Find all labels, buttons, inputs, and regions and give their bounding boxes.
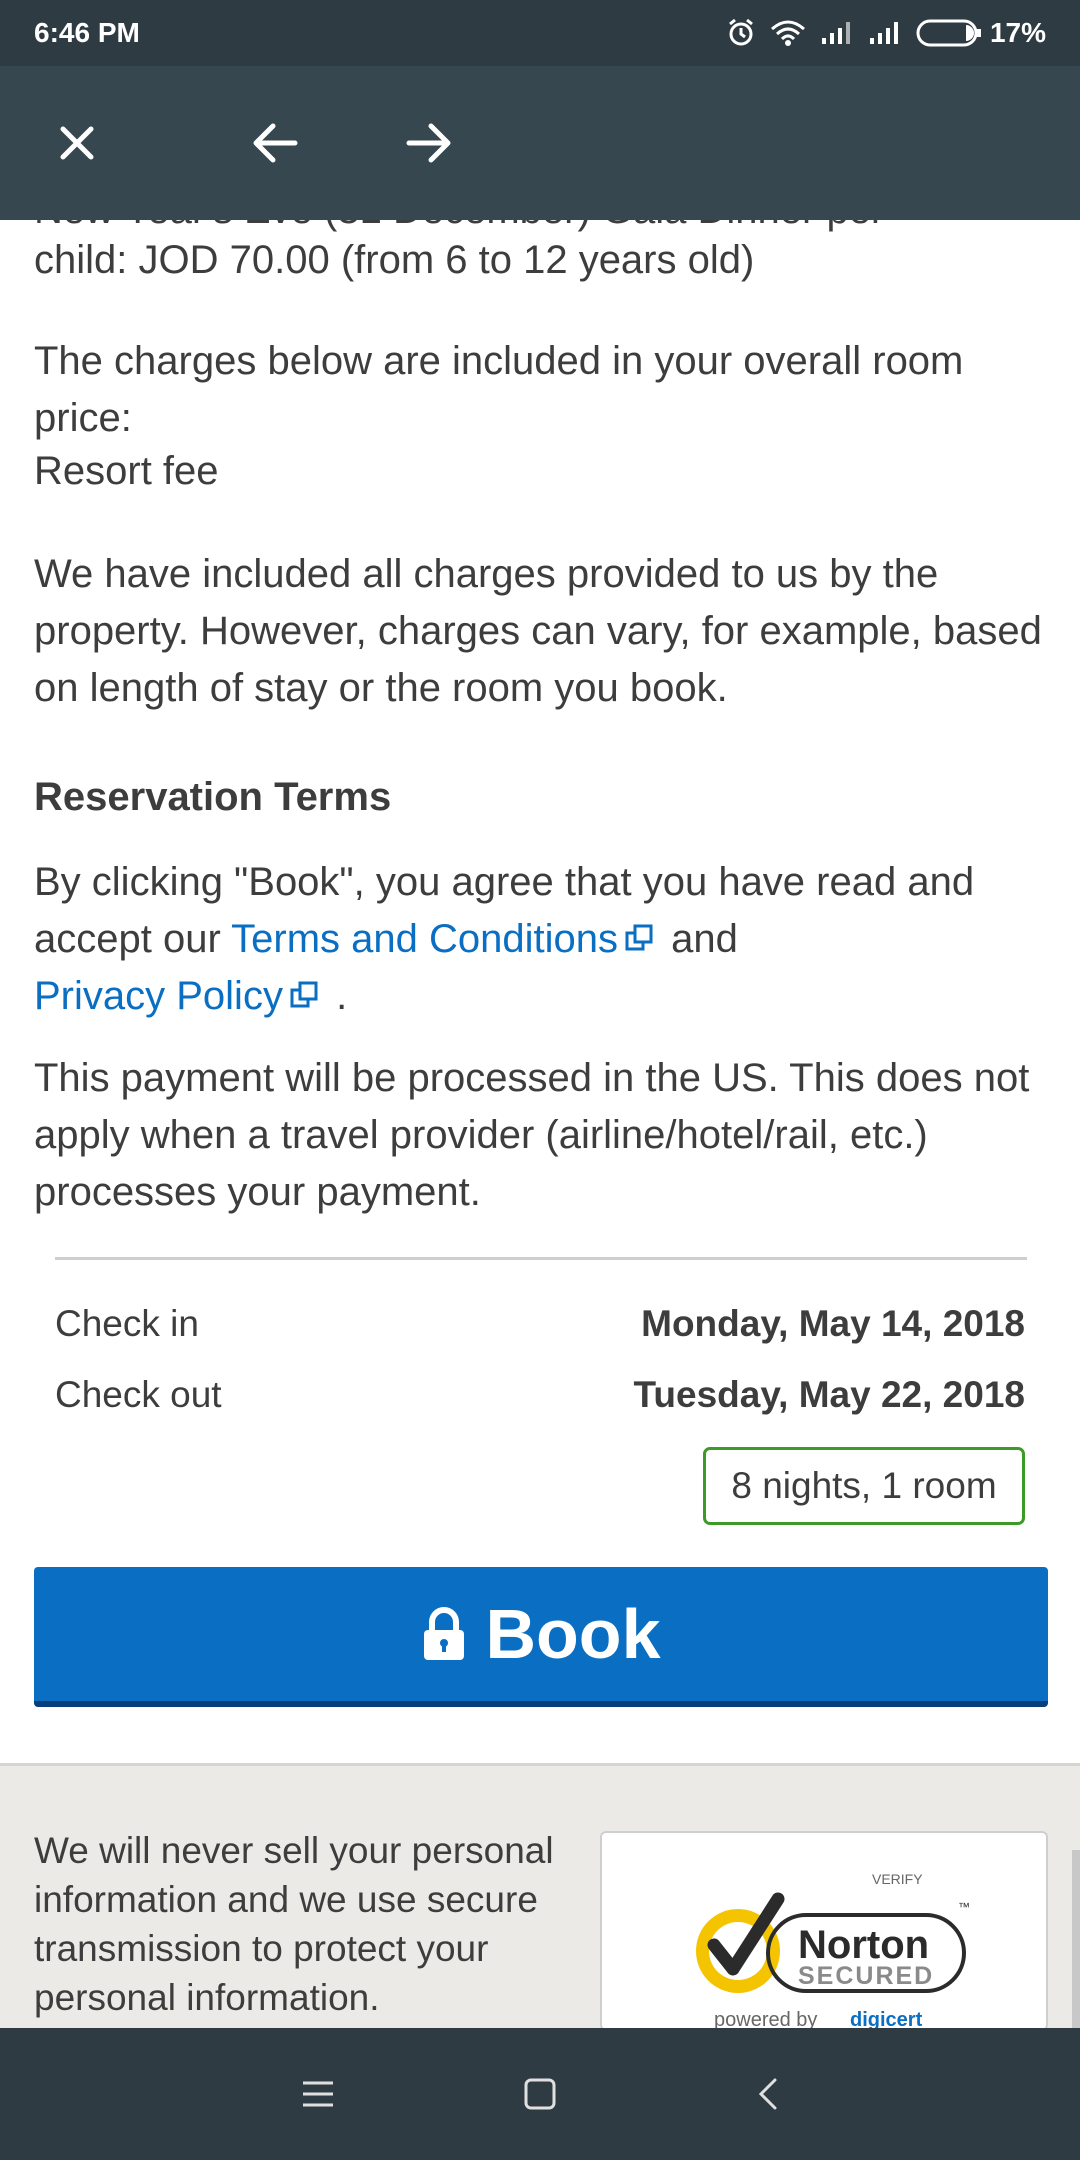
norton-powered-by-text: powered by xyxy=(714,2009,817,2028)
wifi-icon xyxy=(770,19,806,47)
privacy-link-label: Privacy Policy xyxy=(34,974,283,1018)
reservation-terms-heading: Reservation Terms xyxy=(34,775,392,819)
checkin-value: Monday, May 14, 2018 xyxy=(641,1303,1025,1344)
charges-note-text: We have included all charges provided to… xyxy=(34,552,1042,710)
nights-rooms-badge: 8 nights, 1 room xyxy=(703,1447,1025,1525)
footer: We will never sell your personal informa… xyxy=(0,1763,1080,2028)
terms-text: By clicking "Book", you agree that you h… xyxy=(34,854,1044,1025)
menu-icon xyxy=(303,2081,333,2107)
terms-end: . xyxy=(336,974,348,1018)
home-icon xyxy=(524,2078,556,2110)
back-button[interactable] xyxy=(243,111,307,175)
scrollbar[interactable] xyxy=(1072,1850,1080,2028)
battery-icon xyxy=(916,19,981,47)
norton-seal[interactable]: VERIFY Norton ™ SECURED powered by digic… xyxy=(600,1831,1048,2028)
home-button[interactable] xyxy=(510,2064,570,2124)
forward-button[interactable] xyxy=(397,111,461,175)
back-icon xyxy=(758,2078,777,2110)
norton-digicert-text: digicert xyxy=(850,2009,923,2028)
book-button[interactable]: Book xyxy=(34,1567,1048,1707)
terms-and: and xyxy=(671,917,738,961)
close-button[interactable] xyxy=(45,111,109,175)
status-icons: 17% xyxy=(726,17,1046,49)
norton-secured-text: SECURED xyxy=(798,1962,934,1990)
norton-verify-text: VERIFY xyxy=(872,1871,923,1887)
battery-level: 17% xyxy=(989,17,1046,48)
external-link-icon xyxy=(625,924,653,951)
alarm-icon xyxy=(726,18,756,48)
lock-icon xyxy=(423,1607,464,1660)
system-nav-bar xyxy=(0,2028,1080,2160)
status-time: 6:46 PM xyxy=(34,17,140,48)
summary-divider xyxy=(55,1257,1027,1260)
arrow-right-icon xyxy=(406,123,451,163)
close-icon xyxy=(60,126,94,160)
terms-link[interactable]: Terms and Conditions xyxy=(231,917,660,961)
norton-secured-logo: VERIFY Norton ™ SECURED powered by digic… xyxy=(696,1871,970,2028)
privacy-link[interactable]: Privacy Policy xyxy=(34,974,325,1018)
status-bar: 6:46 PM 17% xyxy=(0,0,1080,66)
menu-button[interactable] xyxy=(288,2064,348,2124)
resort-fee-text: Resort fee xyxy=(34,449,219,493)
arrow-left-icon xyxy=(253,123,298,163)
signal-icon xyxy=(820,20,854,46)
child-price-text: child: JOD 70.00 (from 6 to 12 years old… xyxy=(34,238,755,282)
checkout-label: Check out xyxy=(55,1374,222,1415)
norton-tm-text: ™ xyxy=(958,1900,970,1914)
page-content: New Year's Eve (31 December) Gala Dinner… xyxy=(0,220,1080,2028)
back-nav-button[interactable] xyxy=(738,2064,798,2124)
privacy-assurance-text: We will never sell your personal informa… xyxy=(34,1830,554,2018)
norton-brand-text: Norton xyxy=(798,1923,929,1967)
signal-icon xyxy=(868,20,902,46)
charges-intro: The charges below are included in your o… xyxy=(34,339,964,440)
checkin-label: Check in xyxy=(55,1303,199,1344)
external-link-icon xyxy=(290,981,318,1008)
browser-toolbar xyxy=(0,66,1080,220)
book-button-label: Book xyxy=(485,1595,661,1673)
payment-note-text: This payment will be processed in the US… xyxy=(34,1056,1030,1214)
battery: 17% xyxy=(916,17,1046,49)
charges-intro-text: The charges below are included in your o… xyxy=(34,333,1044,504)
terms-link-label: Terms and Conditions xyxy=(231,917,619,961)
checkout-value: Tuesday, May 22, 2018 xyxy=(633,1374,1025,1415)
